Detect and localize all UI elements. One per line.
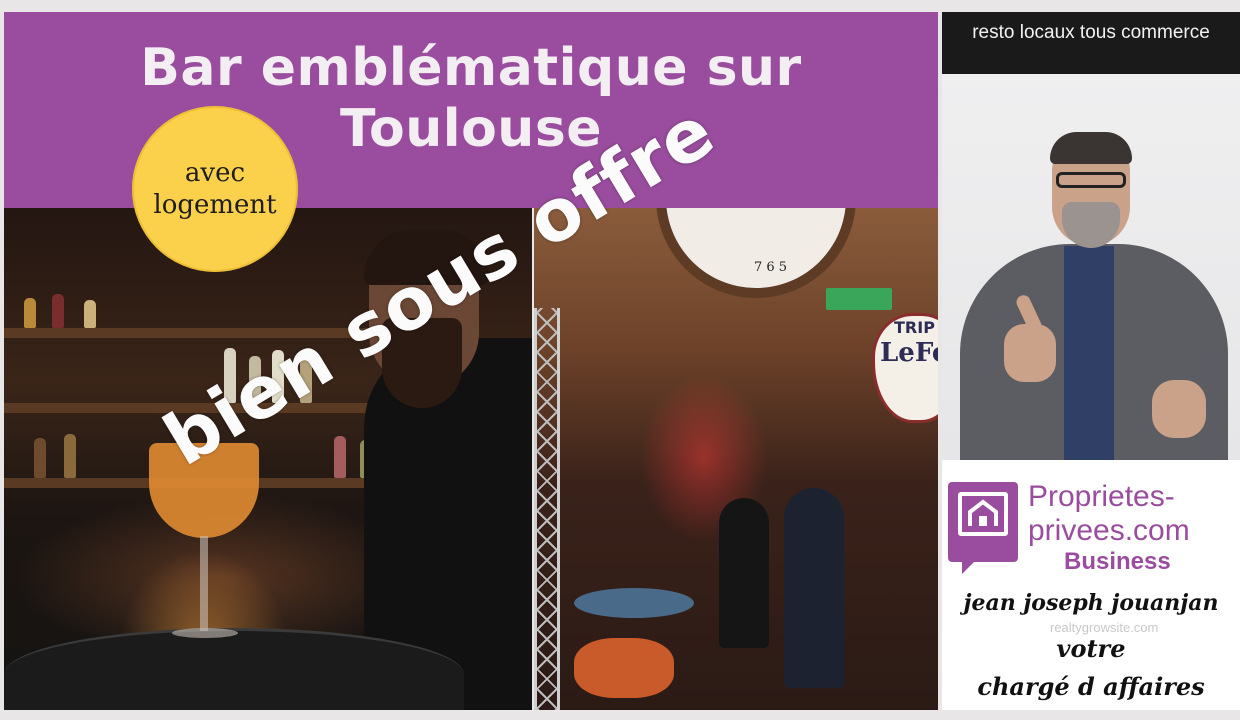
speech-tail-icon <box>962 560 976 574</box>
agent-role-line-2: chargé d affaires <box>977 672 1205 701</box>
bottle <box>34 438 46 478</box>
bottle <box>52 294 64 328</box>
clock: 7 6 5 <box>656 208 856 298</box>
category-text: resto locaux tous commerce <box>972 22 1210 43</box>
clock-numerals: 7 6 5 <box>754 260 788 275</box>
agent-role-line-1: votre <box>1056 634 1126 663</box>
agent-right-hand <box>1152 380 1206 438</box>
agent-photo <box>942 74 1240 460</box>
agent-hair <box>1050 132 1132 164</box>
barrel-stool <box>574 638 674 698</box>
serving-tray <box>4 628 464 710</box>
agent-left-hand <box>1004 324 1056 382</box>
watermark: realtygrowsite.com <box>1050 620 1159 635</box>
agency-panel: Proprietes- privees.com Business jean jo… <box>942 460 1240 710</box>
glass-base <box>172 628 238 638</box>
agent-beard <box>1062 202 1120 248</box>
agent-shirt <box>1064 246 1114 460</box>
house-outline-icon <box>958 492 1008 536</box>
logo-text-business: Business <box>1064 548 1171 575</box>
housing-badge: avec logement <box>132 106 298 272</box>
wall-sign-text: LeFo <box>880 338 938 368</box>
person-silhouette <box>784 488 844 688</box>
logo-text-line-1: Proprietes- <box>1028 480 1175 513</box>
glass-stem <box>200 536 208 631</box>
table-top <box>574 588 694 618</box>
category-header: resto locaux tous commerce <box>942 12 1240 74</box>
bottle <box>84 300 96 328</box>
agent-glasses <box>1056 172 1126 188</box>
badge-line-1: avec <box>184 157 246 188</box>
person-silhouette <box>719 498 769 648</box>
bottle <box>64 434 76 478</box>
metal-truss <box>534 308 560 710</box>
logo-text-line-2: privees.com <box>1028 514 1190 547</box>
badge-line-2: logement <box>153 190 277 220</box>
interior-photo: 7 6 5 TRIP LeFo <box>534 208 938 710</box>
wall-sign-top-text: TRIP <box>894 318 935 337</box>
house-logo-icon <box>948 482 1018 574</box>
exit-sign <box>826 288 892 310</box>
bottle <box>24 298 36 328</box>
agent-name: jean joseph jouanjan <box>963 590 1219 616</box>
bottle <box>334 436 346 478</box>
